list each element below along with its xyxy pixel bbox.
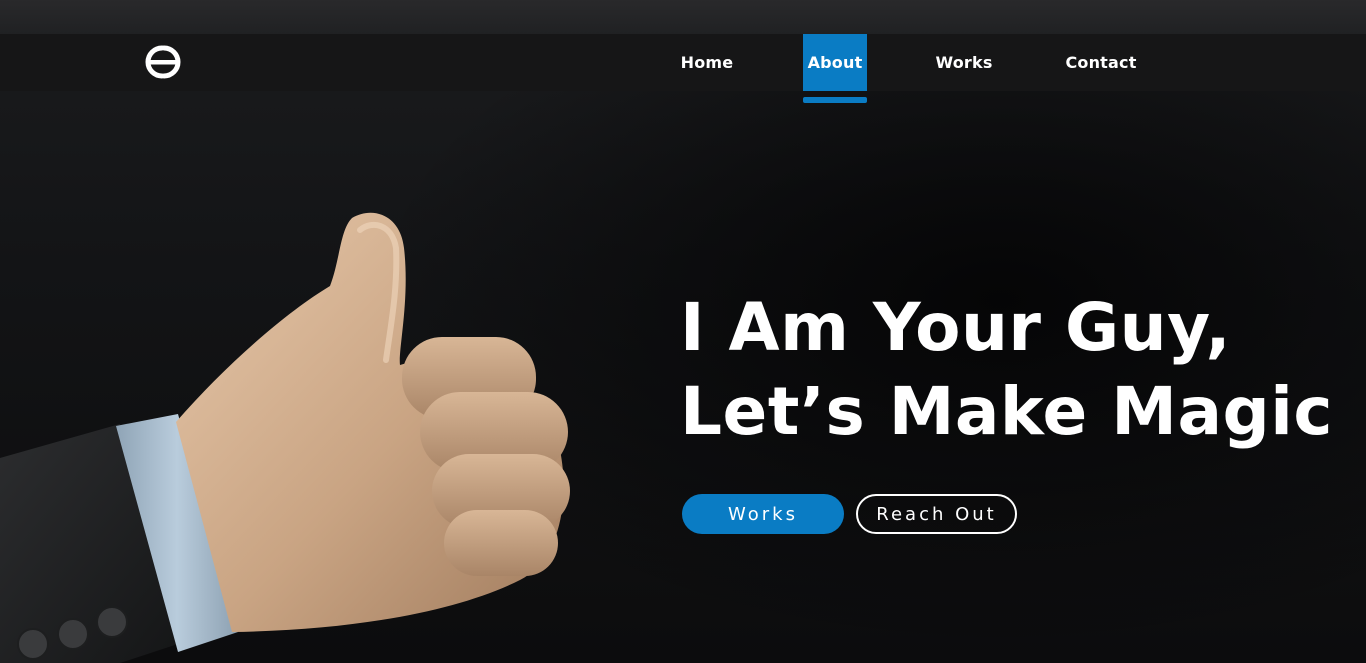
page: Home About Works Contact I Am Your Guy, … [0, 0, 1366, 663]
nav-works[interactable]: Works [930, 34, 998, 91]
nav-home[interactable]: Home [672, 34, 742, 91]
top-strip [0, 0, 1366, 34]
hero-headline-line2: Let’s Make Magic [680, 373, 1333, 450]
nav-active-indicator [803, 97, 867, 103]
reach-out-button[interactable]: Reach Out [856, 494, 1017, 534]
works-button[interactable]: Works [682, 494, 844, 534]
nav-contact[interactable]: Contact [1060, 34, 1142, 91]
thumbs-up-hand-illustration [0, 212, 570, 663]
hero-headline-line1: I Am Your Guy, [680, 289, 1232, 366]
logo-icon[interactable] [138, 44, 188, 80]
hero-headline: I Am Your Guy, Let’s Make Magic [680, 286, 1340, 454]
nav-about[interactable]: About [803, 34, 867, 91]
